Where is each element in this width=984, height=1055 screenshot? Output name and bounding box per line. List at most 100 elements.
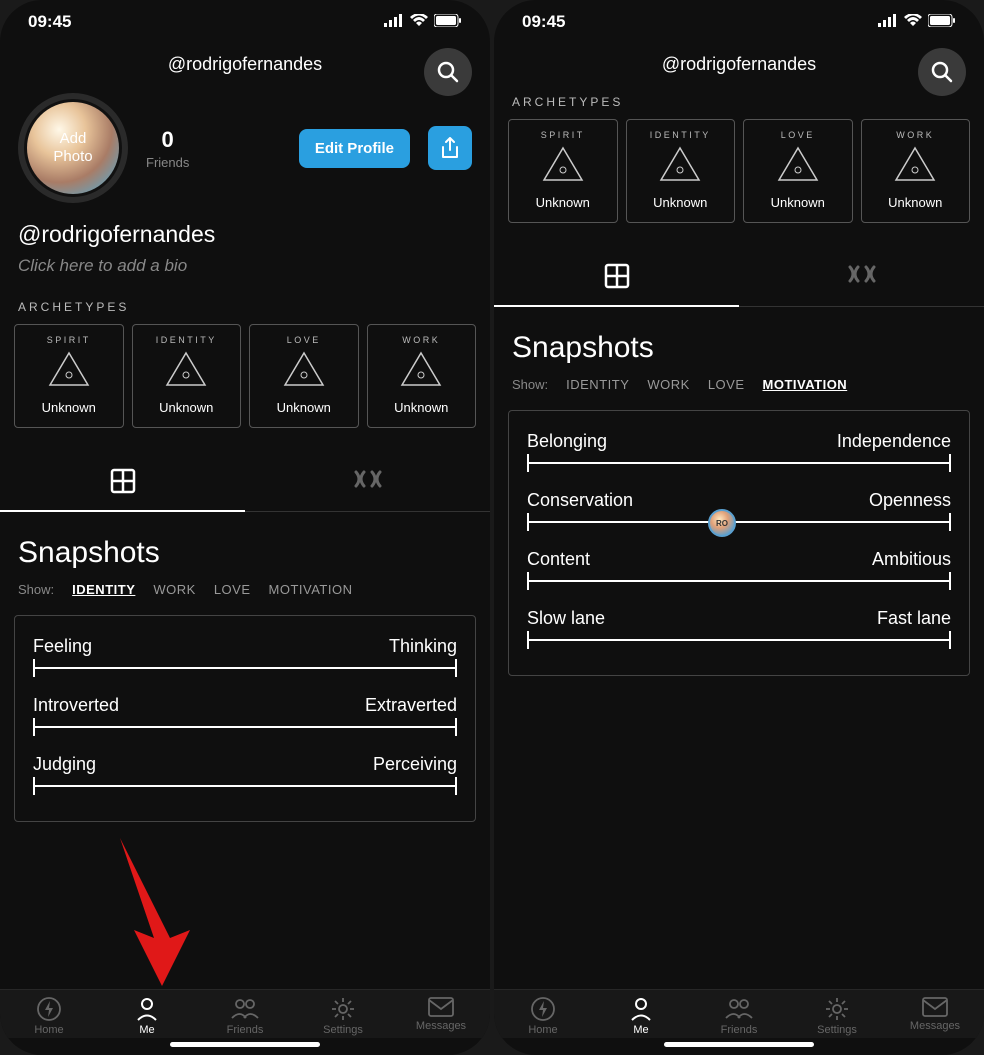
filter-identity[interactable]: IDENTITY	[72, 582, 135, 597]
people-icon	[724, 996, 754, 1022]
slider-track[interactable]	[527, 580, 951, 582]
slider-track[interactable]	[33, 667, 457, 669]
archetype-card-work[interactable]: WORK Unknown	[861, 119, 971, 223]
filter-work[interactable]: WORK	[647, 377, 689, 392]
filter-work[interactable]: WORK	[153, 582, 195, 597]
triangle-icon	[400, 351, 442, 387]
nav-messages[interactable]: Messages	[886, 996, 984, 1036]
signal-icon	[878, 12, 898, 32]
slider-thumb[interactable]: RO	[708, 509, 736, 537]
nav-friends[interactable]: Friends	[196, 996, 294, 1036]
match-icon	[846, 263, 878, 285]
share-icon	[440, 137, 460, 159]
bio-placeholder[interactable]: Click here to add a bio	[18, 256, 472, 276]
header: @rodrigofernandes	[494, 44, 984, 81]
slider-row: ContentAmbitious	[527, 549, 951, 582]
bolt-icon	[36, 996, 62, 1022]
slider-row: ConservationOpenness RO	[527, 490, 951, 523]
archetype-card-love[interactable]: LOVE Unknown	[249, 324, 359, 428]
match-icon	[352, 468, 384, 490]
tab-grid[interactable]	[494, 251, 739, 306]
person-icon	[628, 996, 654, 1022]
slider-row: JudgingPerceiving	[33, 754, 457, 787]
slider-track[interactable]	[33, 785, 457, 787]
archetype-card-work[interactable]: WORK Unknown	[367, 324, 477, 428]
nav-home[interactable]: Home	[494, 996, 592, 1036]
search-icon	[436, 60, 460, 84]
tab-match[interactable]	[739, 251, 984, 306]
bottom-nav: Home Me Friends Settings Messages	[0, 989, 490, 1038]
gear-icon	[824, 996, 850, 1022]
archetype-card-spirit[interactable]: SPIRIT Unknown	[14, 324, 124, 428]
grid-icon	[110, 468, 136, 494]
tabs	[494, 251, 984, 307]
status-bar: 09:45	[0, 0, 490, 44]
wifi-icon	[904, 12, 922, 32]
search-icon	[930, 60, 954, 84]
archetypes-label: ARCHETYPES	[494, 81, 984, 119]
battery-icon	[928, 12, 956, 32]
phone-screen-left: 09:45 @rodrigofernandes Add Photo 0	[0, 0, 490, 1055]
archetypes-label: ARCHETYPES	[0, 294, 490, 324]
slider-row: Slow laneFast lane	[527, 608, 951, 641]
snapshots-filter-row: Show: IDENTITY WORK LOVE MOTIVATION	[494, 373, 984, 410]
home-indicator[interactable]	[170, 1042, 320, 1047]
nav-settings[interactable]: Settings	[294, 996, 392, 1036]
filter-label: Show:	[18, 582, 54, 597]
header: @rodrigofernandes	[0, 44, 490, 81]
phone-screen-right: 09:45 @rodrigofernandes ARCHETYPES SPIRI…	[494, 0, 984, 1055]
header-username: @rodrigofernandes	[18, 54, 472, 75]
gear-icon	[330, 996, 356, 1022]
home-indicator[interactable]	[664, 1042, 814, 1047]
nav-messages[interactable]: Messages	[392, 996, 490, 1036]
filter-motivation[interactable]: MOTIVATION	[763, 377, 848, 392]
profile-username: @rodrigofernandes	[18, 221, 472, 248]
tab-grid[interactable]	[0, 456, 245, 511]
mail-icon	[427, 996, 455, 1018]
triangle-icon	[283, 351, 325, 387]
avatar-placeholder: Add Photo	[27, 102, 119, 194]
search-button[interactable]	[424, 48, 472, 96]
edit-profile-button[interactable]: Edit Profile	[299, 129, 410, 168]
avatar-add-photo[interactable]: Add Photo	[18, 93, 128, 203]
nav-settings[interactable]: Settings	[788, 996, 886, 1036]
grid-icon	[604, 263, 630, 289]
signal-icon	[384, 12, 404, 32]
triangle-icon	[894, 146, 936, 182]
slider-row: FeelingThinking	[33, 636, 457, 669]
archetypes-row: SPIRIT Unknown IDENTITY Unknown LOVE Unk…	[0, 324, 490, 428]
triangle-icon	[542, 146, 584, 182]
status-time: 09:45	[28, 12, 71, 32]
snapshots-title: Snapshots	[494, 307, 984, 373]
tab-match[interactable]	[245, 456, 490, 511]
triangle-icon	[48, 351, 90, 387]
filter-love[interactable]: LOVE	[214, 582, 251, 597]
filter-love[interactable]: LOVE	[708, 377, 745, 392]
slider-row: BelongingIndependence	[527, 431, 951, 464]
sliders-card: FeelingThinking IntrovertedExtraverted J…	[14, 615, 476, 822]
profile-row: Add Photo 0 Friends Edit Profile	[0, 81, 490, 217]
archetype-card-identity[interactable]: IDENTITY Unknown	[626, 119, 736, 223]
slider-track[interactable]	[33, 726, 457, 728]
nav-me[interactable]: Me	[592, 996, 690, 1036]
archetype-card-spirit[interactable]: SPIRIT Unknown	[508, 119, 618, 223]
archetype-card-love[interactable]: LOVE Unknown	[743, 119, 853, 223]
triangle-icon	[659, 146, 701, 182]
archetypes-row: SPIRIT Unknown IDENTITY Unknown LOVE Unk…	[494, 119, 984, 223]
slider-track[interactable]	[527, 639, 951, 641]
search-button[interactable]	[918, 48, 966, 96]
slider-track[interactable]: RO	[527, 521, 951, 523]
slider-row: IntrovertedExtraverted	[33, 695, 457, 728]
nav-friends[interactable]: Friends	[690, 996, 788, 1036]
friends-count-block[interactable]: 0 Friends	[146, 127, 189, 170]
person-icon	[134, 996, 160, 1022]
archetype-card-identity[interactable]: IDENTITY Unknown	[132, 324, 242, 428]
nav-home[interactable]: Home	[0, 996, 98, 1036]
share-button[interactable]	[428, 126, 472, 170]
bolt-icon	[530, 996, 556, 1022]
nav-me[interactable]: Me	[98, 996, 196, 1036]
slider-track[interactable]	[527, 462, 951, 464]
bottom-nav: Home Me Friends Settings Messages	[494, 989, 984, 1038]
filter-identity[interactable]: IDENTITY	[566, 377, 629, 392]
filter-motivation[interactable]: MOTIVATION	[269, 582, 353, 597]
